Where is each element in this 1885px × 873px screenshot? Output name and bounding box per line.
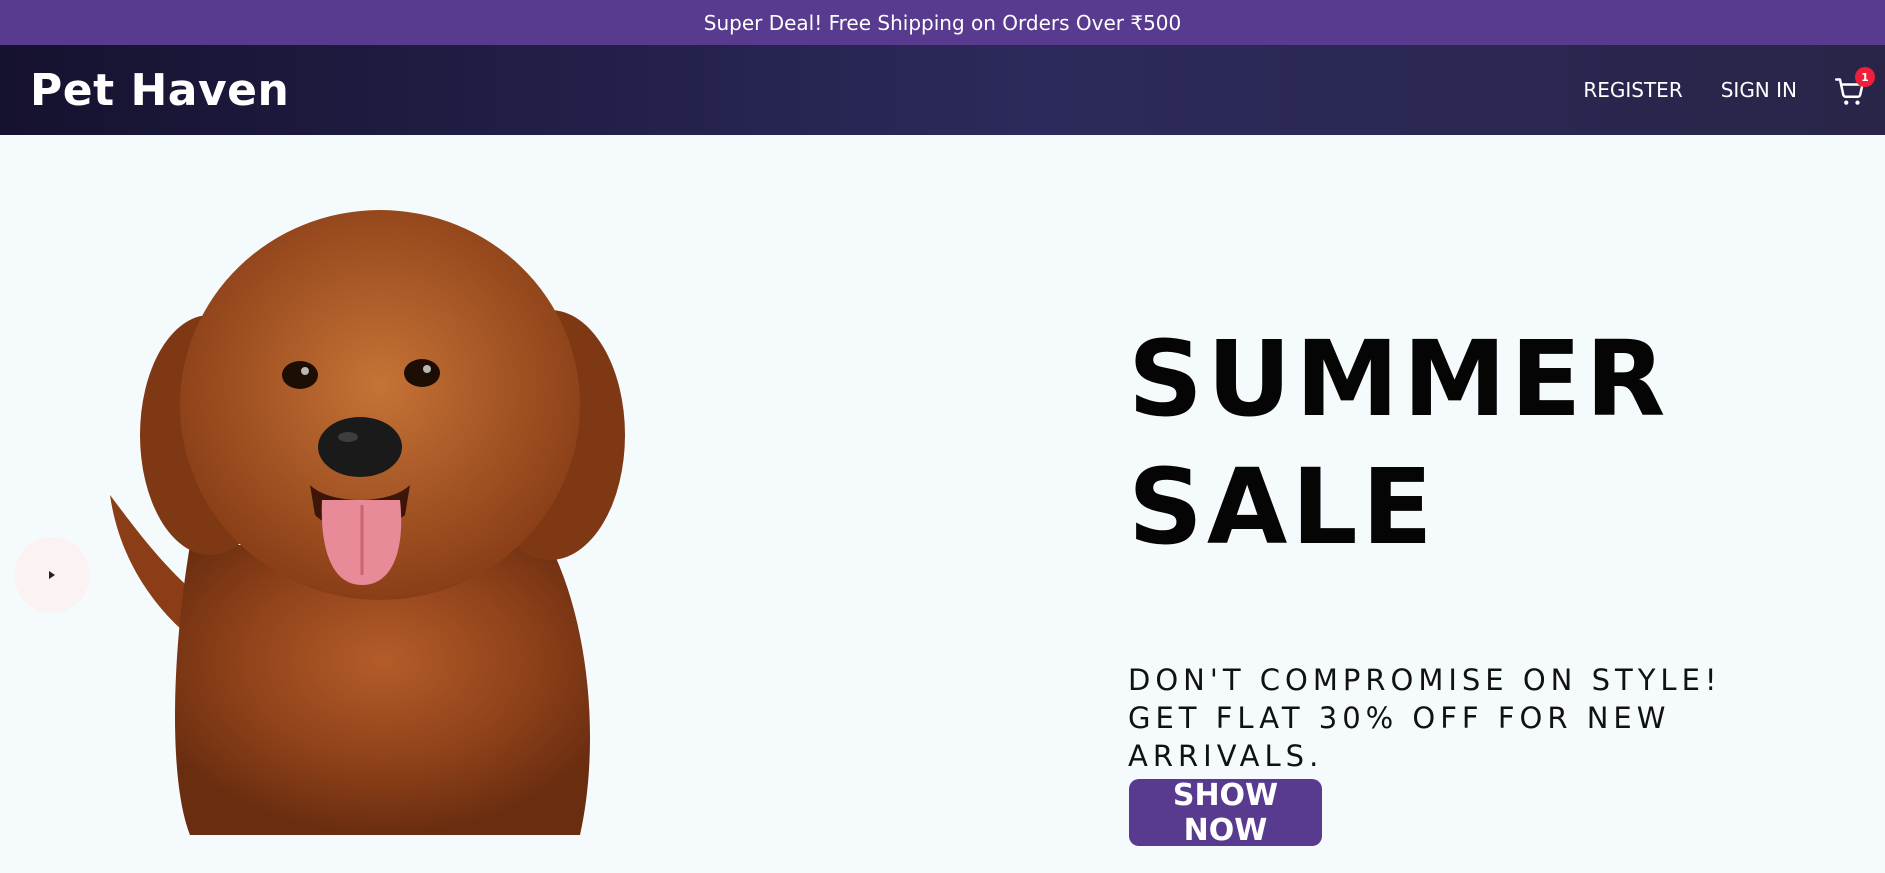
hero-description: DON'T COMPROMISE ON STYLE! GET FLAT 30% … (1128, 663, 1722, 773)
caret-right-icon (49, 571, 55, 579)
announcement-bar: Super Deal! Free Shipping on Orders Over… (0, 0, 1885, 45)
hero-slide: SUMMER SALE DON'T COMPROMISE ON STYLE! G… (0, 135, 1885, 873)
hero-title: SUMMER SALE (1128, 318, 1670, 568)
site-logo[interactable]: Pet Haven (30, 65, 289, 116)
hero-text-block: SUMMER SALE DON'T COMPROMISE ON STYLE! G… (1128, 315, 1828, 775)
cart-button[interactable]: 1 (1835, 67, 1875, 107)
register-link[interactable]: REGISTER (1583, 78, 1682, 102)
navbar: Pet Haven REGISTER SIGN IN 1 (0, 45, 1885, 135)
sign-in-link[interactable]: SIGN IN (1721, 78, 1797, 102)
nav-links: REGISTER SIGN IN 1 (1583, 45, 1885, 135)
cart-count-badge: 1 (1855, 67, 1875, 87)
announcement-text: Super Deal! Free Shipping on Orders Over… (703, 10, 1182, 35)
dog-photo (100, 185, 680, 835)
dog-illustration (110, 210, 625, 835)
show-now-button[interactable]: SHOW NOW (1129, 778, 1322, 848)
slider-prev-button[interactable] (14, 537, 90, 613)
